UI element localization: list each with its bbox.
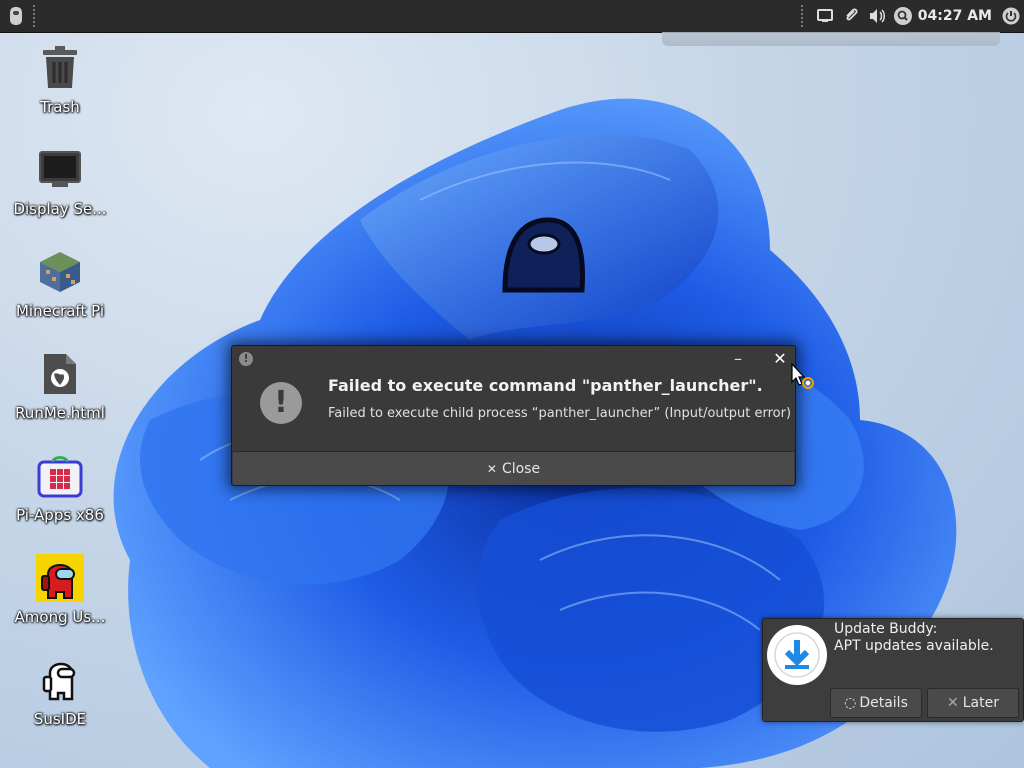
panel-separator xyxy=(33,5,35,27)
warning-icon: ! xyxy=(260,382,302,424)
menu-logo-icon xyxy=(10,7,22,25)
system-tray: 04:27 AM xyxy=(812,0,1024,32)
search-icon[interactable] xyxy=(890,0,916,32)
desktop-icon-minecraft-pi[interactable]: Minecraft Pi xyxy=(4,248,116,338)
details-button[interactable]: ◌ Details xyxy=(830,688,922,718)
screen-icon[interactable] xyxy=(812,0,838,32)
minecraft-block-icon xyxy=(36,248,84,296)
dialog-title: Failed to execute command "panther_launc… xyxy=(328,376,763,395)
among-us-icon xyxy=(36,554,84,602)
details-gear-icon: ◌ xyxy=(844,695,857,711)
later-button[interactable]: ✕ Later xyxy=(927,688,1019,718)
desktop-icon-trash[interactable]: Trash xyxy=(4,44,116,134)
close-button-label: Close xyxy=(501,460,541,477)
volume-icon[interactable] xyxy=(864,0,890,32)
desktop-icon-pi-apps[interactable]: Pi-Apps x86 xyxy=(4,452,116,542)
desktop-icon-label: Display Se... xyxy=(13,200,107,218)
update-notification: Update Buddy: APT updates available. ◌ D… xyxy=(762,618,1024,722)
desktop-icon-suside[interactable]: SusIDE xyxy=(4,656,116,746)
close-button[interactable]: ✕ Close xyxy=(233,451,794,485)
download-icon xyxy=(767,625,827,685)
monitor-icon xyxy=(36,146,84,194)
warning-small-icon: ! xyxy=(239,352,253,366)
power-icon[interactable] xyxy=(998,0,1024,32)
error-dialog: ! – ✕ ! Failed to execute command "panth… xyxy=(231,345,796,486)
top-panel: 04:27 AM xyxy=(0,0,1024,33)
desktop-icon-label: Pi-Apps x86 xyxy=(16,506,104,524)
desktop-icon-label: RunMe.html xyxy=(15,404,105,422)
clip-icon[interactable] xyxy=(838,0,864,32)
desktop-icon-display-settings[interactable]: Display Se... xyxy=(4,146,116,236)
later-button-label: Later xyxy=(962,695,999,711)
desktop-icon-label: Trash xyxy=(40,98,80,116)
desktop-icon-among-us[interactable]: Among Us... xyxy=(4,554,116,644)
dock-edge[interactable] xyxy=(662,32,1000,46)
desktop-icon-label: Among Us... xyxy=(14,608,106,626)
dialog-titlebar[interactable]: ! – ✕ xyxy=(232,346,795,372)
notification-body: APT updates available. xyxy=(834,638,994,654)
suside-icon xyxy=(36,656,84,704)
desktop-icon-label: SusIDE xyxy=(33,710,87,728)
html-file-icon xyxy=(36,350,84,398)
details-button-label: Details xyxy=(859,695,908,711)
desktop-icon-runme-html[interactable]: RunMe.html xyxy=(4,350,116,440)
trash-icon xyxy=(36,44,84,92)
close-icon: ✕ xyxy=(486,461,497,476)
clock[interactable]: 04:27 AM xyxy=(916,8,998,24)
later-x-icon: ✕ xyxy=(947,695,959,711)
notification-title: Update Buddy: xyxy=(834,621,938,637)
close-window-button[interactable]: ✕ xyxy=(770,349,790,369)
minimize-button[interactable]: – xyxy=(728,349,748,369)
mouse-cursor-icon xyxy=(791,362,814,389)
app-menu-button[interactable] xyxy=(6,5,26,27)
panel-separator xyxy=(801,5,803,27)
dialog-message: Failed to execute child process “panther… xyxy=(328,406,792,421)
pi-apps-icon xyxy=(36,452,84,500)
desktop-icon-label: Minecraft Pi xyxy=(15,302,104,320)
